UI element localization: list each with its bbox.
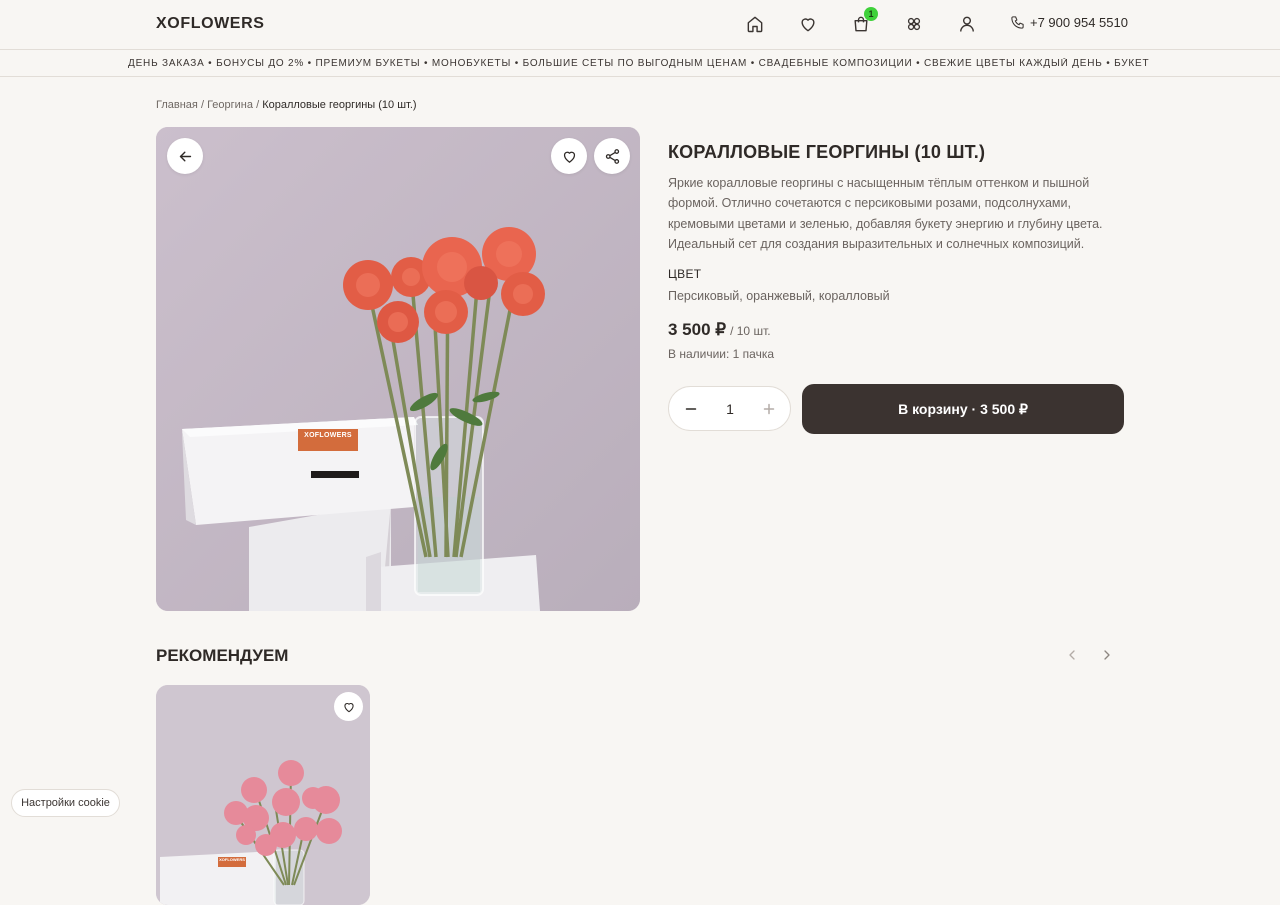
breadcrumb-category[interactable]: Георгина <box>207 99 253 111</box>
breadcrumb-home[interactable]: Главная <box>156 99 198 111</box>
home-icon[interactable] <box>745 14 765 34</box>
recommendation-photo <box>156 685 370 905</box>
favorite-button[interactable] <box>551 138 587 174</box>
breadcrumb-current: Коралловые георгины (10 шт.) <box>262 99 417 111</box>
cookie-settings-button[interactable]: Настройки cookie <box>11 789 120 817</box>
phone-number: +7 900 954 5510 <box>1030 15 1128 30</box>
product-title: КОРАЛЛОВЫЕ ГЕОРГИНЫ (10 ШТ.) <box>668 142 986 162</box>
phone-link[interactable]: +7 900 954 5510 <box>1010 15 1128 30</box>
color-label: ЦВЕТ <box>668 267 702 282</box>
quantity-stepper: 1 <box>668 386 791 431</box>
price-row: 3 500 ₽ / 10 шт. <box>668 320 1124 340</box>
cart-count-badge: 1 <box>864 7 878 21</box>
color-value: Персиковый, оранжевый, коралловый <box>668 289 890 304</box>
product-image: XOFLOWERS <box>156 127 640 611</box>
promo-marquee: ДЕНЬ ЗАКАЗА • БОНУСЫ ДО 2% • ПРЕМИУМ БУК… <box>0 51 1280 77</box>
chevron-right-icon[interactable] <box>1099 647 1115 663</box>
heart-icon[interactable] <box>798 14 818 34</box>
flower-icon[interactable] <box>904 14 924 34</box>
share-icon <box>605 148 619 164</box>
user-icon[interactable] <box>957 14 977 34</box>
breadcrumb-separator: / <box>256 99 260 111</box>
price-unit: / 10 шт. <box>730 324 771 339</box>
cart-icon[interactable]: 1 <box>851 7 878 34</box>
product-price: 3 500 ₽ <box>668 320 727 340</box>
minus-icon[interactable] <box>682 400 700 418</box>
plus-icon[interactable] <box>760 400 778 418</box>
heart-icon <box>343 702 354 712</box>
marquee-text: ДЕНЬ ЗАКАЗА • БОНУСЫ ДО 2% • ПРЕМИУМ БУК… <box>128 58 1150 69</box>
site-logo[interactable]: XOFLOWERS <box>156 15 265 33</box>
product-description: Яркие коралловые георгины с насыщенным т… <box>668 176 1103 251</box>
share-button[interactable] <box>594 138 630 174</box>
arrow-left-icon <box>179 151 191 161</box>
product-photo <box>156 127 640 611</box>
box-brand-label: XOFLOWERS <box>304 432 352 439</box>
stock-status: В наличии: 1 пачка <box>668 347 775 362</box>
product-info: КОРАЛЛОВЫЕ ГЕОРГИНЫ (10 ШТ.) Яркие корал… <box>668 142 1124 361</box>
heart-icon <box>563 151 575 163</box>
chevron-left-icon[interactable] <box>1064 647 1080 663</box>
add-to-cart-button[interactable]: В корзину · 3 500 ₽ <box>802 384 1124 434</box>
card-favorite-button[interactable] <box>334 692 363 721</box>
quantity-value[interactable]: 1 <box>711 401 749 417</box>
recommendations-title: РЕКОМЕНДУЕМ <box>156 646 289 665</box>
phone-icon <box>1011 16 1024 29</box>
back-button[interactable] <box>167 138 203 174</box>
site-header: XOFLOWERS 1 +7 900 954 5510 <box>0 0 1280 50</box>
recommendation-card[interactable]: XOFLOWERS <box>156 685 370 905</box>
box-brand-label: XOFLOWERS <box>219 857 245 862</box>
breadcrumb: Главная / Георгина / Коралловые георгины… <box>156 99 417 111</box>
breadcrumb-separator: / <box>200 99 204 111</box>
